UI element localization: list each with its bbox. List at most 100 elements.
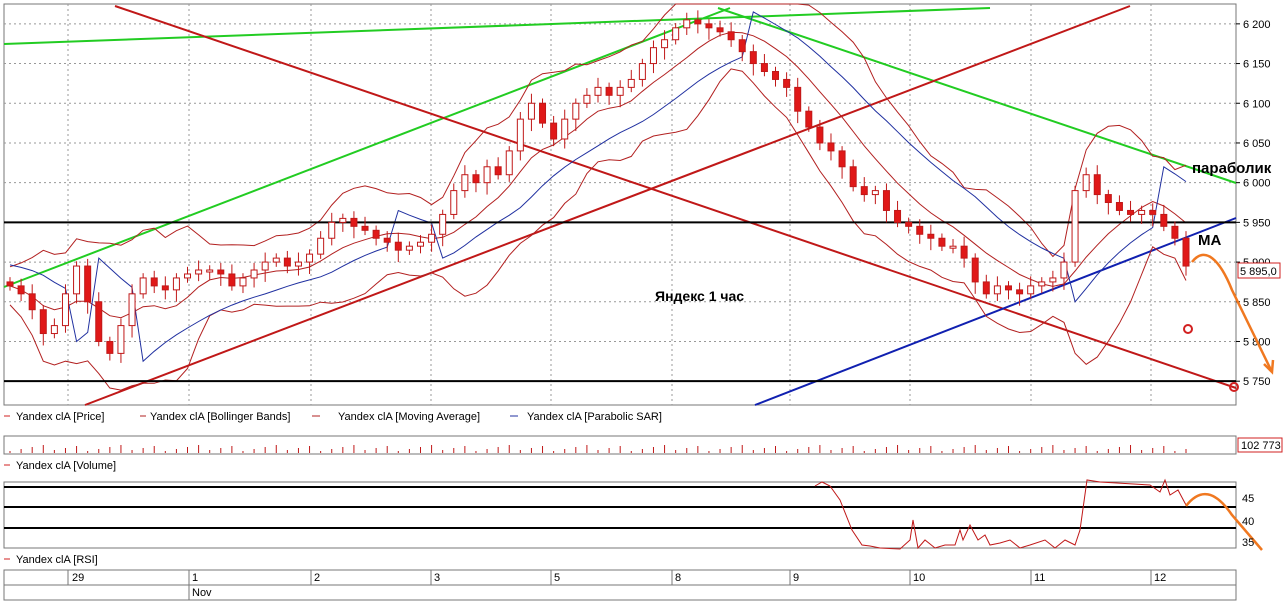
candle-body xyxy=(195,269,203,275)
candle-body xyxy=(239,277,247,287)
rsi-tick-35: 35 xyxy=(1242,537,1254,549)
candle-body xyxy=(1004,285,1012,291)
chart-title: Яндекс 1 час xyxy=(655,288,744,304)
rsi-ticks: 45 40 35 xyxy=(1242,493,1254,549)
candle-body xyxy=(1060,261,1068,279)
candle-body xyxy=(827,142,835,152)
legend-ma: Yandex clA [Moving Average] xyxy=(338,411,480,423)
candle-body xyxy=(516,118,524,152)
price-tick-label: 6 150 xyxy=(1243,59,1271,71)
candle-body xyxy=(1082,174,1090,192)
candle-body xyxy=(1149,209,1157,215)
price-tick-label: 6 000 xyxy=(1243,178,1271,190)
price-tick-label: 5 750 xyxy=(1243,376,1271,388)
candle-body xyxy=(1115,202,1123,211)
candle-body xyxy=(1027,285,1035,295)
candle-body xyxy=(6,281,14,287)
candle-body xyxy=(727,31,735,41)
candle-body xyxy=(572,102,580,120)
price-tick-label: 5 850 xyxy=(1243,297,1271,309)
date-2: 2 xyxy=(314,572,320,584)
candle-body xyxy=(927,233,935,239)
volume-label: 102 773 xyxy=(1241,440,1281,452)
candle-body xyxy=(250,269,258,279)
candle-body xyxy=(228,273,236,287)
date-3: 3 xyxy=(434,572,440,584)
candle-body xyxy=(749,51,757,65)
candle-body xyxy=(394,241,402,251)
candle-body xyxy=(960,245,968,259)
candle-body xyxy=(982,281,990,295)
candle-body xyxy=(339,217,347,223)
candle-body xyxy=(894,209,902,223)
candle-body xyxy=(1104,194,1112,204)
candle-body xyxy=(294,261,302,267)
candle-body xyxy=(328,221,336,239)
candle-body xyxy=(638,63,646,80)
candle-body xyxy=(428,233,436,243)
date-29: 29 xyxy=(72,572,84,584)
candle-body xyxy=(50,325,58,335)
candle-body xyxy=(139,277,147,295)
date-9: 9 xyxy=(793,572,799,584)
candle-body xyxy=(439,213,447,235)
candle-body xyxy=(117,325,125,354)
candle-body xyxy=(95,301,103,342)
candle-body xyxy=(161,285,169,291)
candle-body xyxy=(838,150,846,168)
candle-body xyxy=(106,340,114,354)
rsi-tick-45: 45 xyxy=(1242,493,1254,505)
candle-body xyxy=(306,253,314,263)
candle-body xyxy=(272,257,280,263)
candle-body xyxy=(483,166,491,184)
candle-body xyxy=(616,86,624,96)
candle-body xyxy=(539,102,547,124)
candle-body xyxy=(17,285,25,295)
ma-annotation: МА xyxy=(1198,232,1221,249)
candle-body xyxy=(772,70,780,80)
candle-body xyxy=(461,174,469,192)
date-1: 1 xyxy=(192,572,198,584)
legend-bollinger: Yandex clA [Bollinger Bands] xyxy=(150,411,290,423)
legend-sar: Yandex clA [Parabolic SAR] xyxy=(527,411,662,423)
candle-body xyxy=(1138,209,1146,215)
candle-body xyxy=(627,78,635,88)
candle-body xyxy=(1182,237,1190,267)
candle-body xyxy=(405,245,413,251)
candle-body xyxy=(1049,277,1057,283)
candle-body xyxy=(971,257,979,283)
candle-body xyxy=(849,166,857,188)
date-5: 5 xyxy=(554,572,560,584)
candle-body xyxy=(283,257,291,267)
candle-body xyxy=(661,39,669,49)
legend-volume: Yandex clA [Volume] xyxy=(16,460,116,472)
candle-body xyxy=(472,174,480,184)
candle-body xyxy=(28,293,36,311)
candle-body xyxy=(949,245,957,249)
candle-body xyxy=(738,39,746,53)
candle-body xyxy=(172,277,180,291)
candle-body xyxy=(550,122,558,140)
candle-body xyxy=(816,126,824,144)
candle-body xyxy=(805,110,813,128)
candle-body xyxy=(649,47,657,65)
candle-body xyxy=(760,63,768,72)
date-11: 11 xyxy=(1034,572,1045,584)
candle-body xyxy=(716,27,724,33)
candle-body xyxy=(505,150,513,176)
candle-body xyxy=(672,27,680,41)
legend-rsi: Yandex clA [RSI] xyxy=(16,554,98,566)
candle-body xyxy=(317,237,325,255)
parabolic-annotation: параболик xyxy=(1192,160,1272,177)
candle-body xyxy=(61,293,69,327)
candle-body xyxy=(73,265,81,295)
legend-price: Yandex clA [Price] xyxy=(16,411,104,423)
candle-body xyxy=(383,237,391,243)
candle-body xyxy=(372,229,380,239)
candle-body xyxy=(605,86,613,96)
candle-body xyxy=(783,78,791,88)
date-10: 10 xyxy=(913,572,925,584)
last-price-label: 5 895,0 xyxy=(1240,266,1277,278)
candle-body xyxy=(794,86,802,112)
candle-body xyxy=(39,309,47,335)
